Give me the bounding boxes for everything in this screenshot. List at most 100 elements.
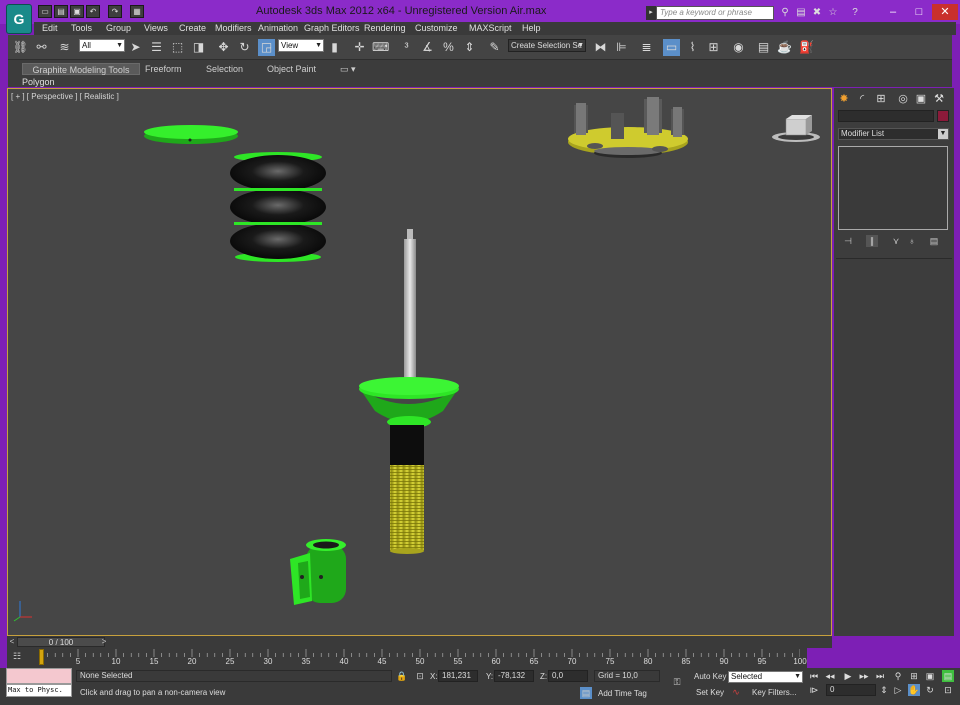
pivot-center-icon[interactable]: ▮ — [326, 39, 343, 56]
go-to-start-icon[interactable]: ⏮ — [808, 670, 820, 682]
window-crossing-icon[interactable]: ◨ — [190, 39, 207, 56]
go-to-end-icon[interactable]: ⏭ — [874, 670, 886, 682]
time-next-icon[interactable]: > — [99, 637, 109, 647]
object-color-swatch[interactable] — [937, 110, 949, 122]
menu-maxscript[interactable]: MAXScript — [469, 23, 512, 33]
display-tab-icon[interactable]: ▣ — [914, 92, 928, 106]
x-coordinate[interactable]: 181,231 — [438, 670, 478, 682]
select-and-link-icon[interactable]: ⛓ — [12, 39, 29, 56]
current-frame-marker[interactable] — [39, 649, 44, 665]
mirror-icon[interactable]: ⧓ — [592, 39, 609, 56]
align-icon[interactable]: ⊫ — [613, 39, 630, 56]
remove-modifier-icon[interactable]: ♁ — [906, 235, 918, 247]
move-icon[interactable]: ✥ — [215, 39, 232, 56]
menu-tools[interactable]: Tools — [71, 23, 92, 33]
modifier-stack[interactable] — [838, 146, 948, 230]
select-object-icon[interactable]: ➤ — [127, 39, 144, 56]
rotate-icon[interactable]: ↻ — [236, 39, 253, 56]
zoom-all-icon[interactable]: ⊞ — [908, 670, 920, 682]
maxscript-mini-listener[interactable]: Max to Physc. — [6, 684, 72, 697]
set-key-button[interactable]: Set Key — [696, 688, 724, 697]
redo-icon[interactable]: ↷ — [108, 5, 122, 18]
select-manipulate-icon[interactable]: ✛ — [351, 39, 368, 56]
key-filters-button[interactable]: Key Filters... — [752, 688, 796, 697]
named-selection-dropdown[interactable]: Create Selection Se ▼ — [508, 39, 586, 52]
binoculars-icon[interactable]: ⚲ — [778, 6, 792, 20]
menu-create[interactable]: Create — [179, 23, 206, 33]
edit-named-selection-icon[interactable]: ✎ — [486, 39, 503, 56]
key-mode-dropdown[interactable]: Selected ▼ — [728, 671, 803, 683]
selection-lock-icon[interactable]: 🔒 — [396, 670, 408, 682]
favorites-star-icon[interactable]: ☆ — [826, 6, 840, 20]
menu-customize[interactable]: Customize — [415, 23, 458, 33]
track-bar[interactable]: ☷ 5 10 15 20 25 30 35 40 45 50 55 60 65 70 75 80 85 90 95 1… — [7, 648, 807, 668]
time-prev-icon[interactable]: < — [7, 637, 17, 647]
angle-snap-icon[interactable]: ∡ — [419, 39, 436, 56]
menu-views[interactable]: Views — [144, 23, 168, 33]
object-name-input[interactable] — [838, 110, 934, 122]
zoom-extents-all-icon[interactable]: ▤ — [942, 670, 954, 682]
pan-view-icon[interactable]: ✋ — [908, 684, 920, 696]
show-end-result-icon[interactable]: ∥ — [866, 235, 878, 247]
modify-tab-icon[interactable]: ◜ — [855, 92, 869, 106]
render-production-icon[interactable]: ⛽ — [798, 39, 815, 56]
field-of-view-icon[interactable]: ▷ — [892, 684, 904, 696]
new-file-icon[interactable]: ▭ — [38, 5, 52, 18]
set-key-mode-icon[interactable]: ⚿ — [668, 676, 686, 688]
percent-snap-icon[interactable]: % — [440, 39, 457, 56]
snaps-toggle-icon[interactable]: ³ — [398, 39, 415, 56]
orbit-icon[interactable]: ↻ — [924, 684, 936, 696]
exchange-icon[interactable]: ✖ — [810, 6, 824, 20]
menu-modifiers[interactable]: Modifiers — [215, 23, 252, 33]
zoom-icon[interactable]: ⚲ — [892, 670, 904, 682]
rendered-frame-icon[interactable]: ☕ — [776, 39, 793, 56]
time-slider[interactable]: 0 / 100 < > — [7, 636, 832, 648]
zoom-extents-icon[interactable]: ▣ — [924, 670, 936, 682]
ribbon-options-icon[interactable]: ▭ ▾ — [340, 63, 356, 75]
create-tab-icon[interactable]: ✸ — [837, 92, 851, 106]
spinner-icon[interactable]: ⇕ — [878, 684, 890, 696]
reference-coordinate-dropdown[interactable]: View ▼ — [278, 39, 324, 52]
bind-space-warp-icon[interactable]: ≋ — [56, 39, 73, 56]
spinner-snap-icon[interactable]: ⇕ — [461, 39, 478, 56]
menu-animation[interactable]: Animation — [258, 23, 298, 33]
unlink-icon[interactable]: ⚯ — [33, 39, 50, 56]
key-mode-toggle-icon[interactable]: ⧐ — [808, 684, 820, 696]
tab-freeform[interactable]: Freeform — [145, 63, 182, 75]
menu-edit[interactable]: Edit — [42, 23, 58, 33]
communication-center-icon[interactable]: ▤ — [794, 6, 808, 20]
close-button[interactable]: ✕ — [932, 4, 958, 20]
perspective-viewport[interactable]: [ + ] [ Perspective ] [ Realistic ] — [7, 88, 832, 636]
menu-graph-editors[interactable]: Graph Editors — [304, 23, 360, 33]
menu-group[interactable]: Group — [106, 23, 131, 33]
time-tag-icon[interactable]: ▤ — [580, 687, 592, 699]
next-frame-icon[interactable]: ▸▸ — [858, 670, 870, 682]
graphite-toggle-icon[interactable]: ▭ — [663, 39, 680, 56]
motion-tab-icon[interactable]: ◎ — [896, 92, 910, 106]
tab-selection[interactable]: Selection — [206, 63, 243, 75]
previous-frame-icon[interactable]: ◂◂ — [824, 670, 836, 682]
maximize-viewport-icon[interactable]: ⊡ — [942, 684, 954, 696]
menu-rendering[interactable]: Rendering — [364, 23, 406, 33]
auto-key-button[interactable]: Auto Key — [694, 672, 726, 681]
minimize-button[interactable]: – — [880, 4, 906, 20]
time-slider-thumb[interactable]: 0 / 100 — [17, 637, 105, 647]
save-file-icon[interactable]: ▣ — [70, 5, 84, 18]
maxscript-listener[interactable] — [6, 668, 72, 684]
undo-icon[interactable]: ↶ — [86, 5, 100, 18]
app-logo-icon[interactable]: G — [6, 4, 32, 34]
mini-curve-editor-icon[interactable]: ☷ — [11, 650, 23, 662]
material-editor-icon[interactable]: ◉ — [730, 39, 747, 56]
tab-graphite-modeling-tools[interactable]: Graphite Modeling Tools — [22, 63, 140, 75]
maximize-button[interactable]: □ — [906, 4, 932, 20]
z-coordinate[interactable]: 0,0 — [548, 670, 588, 682]
render-setup-icon[interactable]: ▤ — [755, 39, 772, 56]
scale-icon[interactable]: ◲ — [258, 39, 275, 56]
rect-selection-icon[interactable]: ⬚ — [169, 39, 186, 56]
configure-modifier-sets-icon[interactable]: ▤ — [928, 235, 940, 247]
search-input[interactable]: Type a keyword or phrase — [656, 6, 774, 20]
modifier-list-dropdown[interactable]: Modifier List ▼ — [838, 128, 949, 140]
play-icon[interactable]: ▶ — [842, 670, 854, 682]
add-time-tag-button[interactable]: Add Time Tag — [598, 689, 647, 698]
open-file-icon[interactable]: ▤ — [54, 5, 68, 18]
